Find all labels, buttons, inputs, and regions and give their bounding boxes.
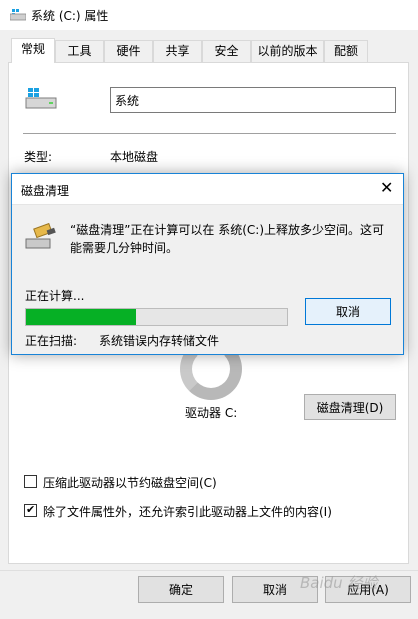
window-title: 系统 (C:) 属性 <box>31 9 109 23</box>
checkmark-icon: ✔ <box>26 503 36 516</box>
disk-cleanup-button[interactable]: 磁盘清理(D) <box>304 394 396 420</box>
tab-security[interactable]: 安全 <box>202 40 251 62</box>
dialog-titlebar: 磁盘清理 ✕ <box>12 174 403 204</box>
compress-label: 压缩此驱动器以节约磁盘空间(C) <box>43 476 217 490</box>
ok-button[interactable]: 确定 <box>138 576 224 603</box>
drive-icon <box>25 88 57 109</box>
divider <box>23 133 396 134</box>
dialog-title: 磁盘清理 <box>21 184 70 198</box>
tab-general[interactable]: 常规 <box>11 38 55 63</box>
tab-previous-versions[interactable]: 以前的版本 <box>251 40 324 62</box>
tab-quota[interactable]: 配额 <box>324 40 368 62</box>
index-checkbox[interactable]: ✔ <box>24 503 37 517</box>
drive-name-input[interactable] <box>110 87 396 113</box>
type-label: 类型: <box>24 150 53 164</box>
status-text: 正在计算... <box>25 289 85 303</box>
compress-checkbox[interactable] <box>24 475 37 488</box>
disk-cleanup-dialog: 磁盘清理 ✕ “磁盘清理”正在计算可以在 系统(C:)上释放多少空间。这可能需要… <box>11 173 404 355</box>
index-label: 除了文件属性外，还允许索引此驱动器上文件的内容(I) <box>43 505 332 519</box>
tab-tools[interactable]: 工具 <box>55 40 104 62</box>
scanning-label: 正在扫描: <box>25 334 78 348</box>
watermark: Baidu 经验 <box>300 574 378 592</box>
dialog-message: “磁盘清理”正在计算可以在 系统(C:)上释放多少空间。这可能需要几分钟时间。 <box>70 223 385 255</box>
type-value: 本地磁盘 <box>110 150 159 164</box>
dialog-divider <box>12 204 403 205</box>
tab-sharing[interactable]: 共享 <box>153 40 202 62</box>
drive-letter-label: 驱动器 C: <box>185 406 238 420</box>
close-icon[interactable]: ✕ <box>380 179 393 197</box>
tab-hardware[interactable]: 硬件 <box>104 40 153 62</box>
disk-cleanup-icon <box>25 223 56 249</box>
window-titlebar: 系统 (C:) 属性 <box>0 0 418 30</box>
dialog-cancel-button[interactable]: 取消 <box>305 298 391 325</box>
progress-bar <box>25 308 288 326</box>
scanning-value: 系统错误内存转储文件 <box>99 334 220 348</box>
footer-divider <box>0 570 418 571</box>
progress-fill <box>26 309 136 325</box>
drive-icon <box>10 9 26 21</box>
